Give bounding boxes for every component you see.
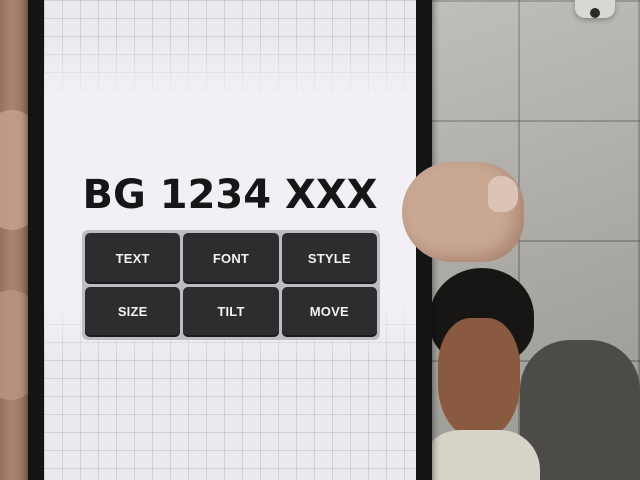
ceiling-fixture <box>590 8 600 18</box>
text-button[interactable]: TEXT <box>85 233 181 284</box>
plate-text-preview[interactable]: BG 1234 XXX <box>44 172 416 218</box>
tilt-button[interactable]: TILT <box>183 286 279 337</box>
camera-photo-scene: BG 1234 XXX TEXT FONT STYLE SIZE TILT MO… <box>0 0 640 480</box>
move-button[interactable]: MOVE <box>281 286 377 337</box>
phone-screen: BG 1234 XXX TEXT FONT STYLE SIZE TILT MO… <box>44 0 416 480</box>
person-shirt <box>420 430 540 480</box>
edit-toolbar: TEXT FONT STYLE SIZE TILT MOVE <box>82 230 380 340</box>
thumb-nail <box>488 176 518 212</box>
style-button[interactable]: STYLE <box>281 233 377 284</box>
font-button[interactable]: FONT <box>183 233 279 284</box>
person-face <box>438 318 520 438</box>
size-button[interactable]: SIZE <box>85 286 181 337</box>
